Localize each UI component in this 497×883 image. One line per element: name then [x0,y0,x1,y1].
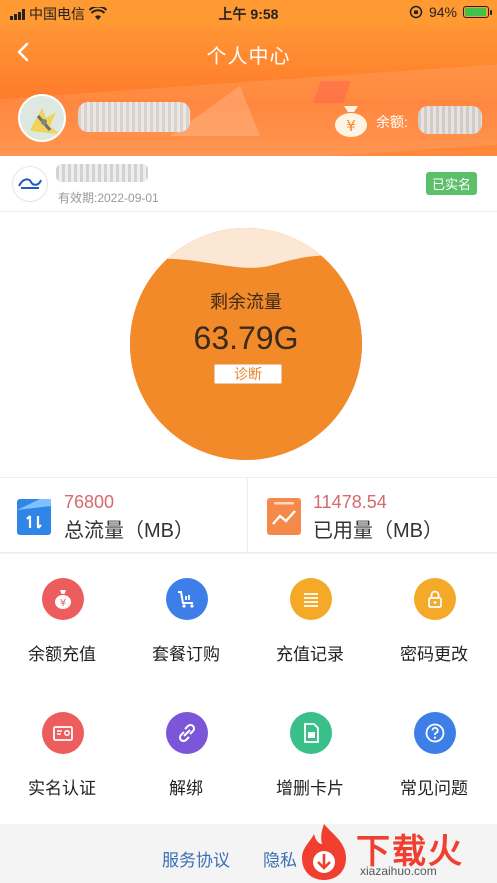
validity-date: 有效期:2022-09-01 [58,191,159,205]
id-card-icon [42,712,84,754]
total-data-value: 76800 [64,492,115,512]
total-data-stat: 76800 总流量（MB） [0,478,248,554]
verified-badge: 已实名 [425,172,477,195]
money-bag-icon: ¥ [335,106,367,137]
menu-unbind[interactable]: 解绑 [124,688,248,808]
username-redacted [78,102,190,132]
menu-label: 密码更改 [400,645,468,664]
remaining-data-gauge: 剩余流量 63.79G 诊断 [130,228,362,460]
menu-label: 常见问题 [400,779,468,798]
menu-label: 解绑 [169,779,203,798]
balance-label: 余额: [376,114,408,130]
gauge-value: 63.79G [193,320,299,356]
cart-icon [166,578,208,620]
sim-card-icon [290,712,332,754]
watermark-url: xiazaihuo.com [360,864,437,878]
status-right: 94% [409,4,492,20]
china-telecom-logo [12,166,48,202]
account-row: 有效期:2022-09-01 已实名 [0,156,497,212]
menu-label: 套餐订购 [152,645,220,664]
menu-faq[interactable]: 常见问题 [372,688,496,808]
orientation-lock-icon [409,5,423,19]
menu-label: 充值记录 [276,645,344,664]
total-data-label: 总流量（MB） [64,520,194,542]
svg-text:¥: ¥ [60,598,66,609]
usage-stats: 76800 总流量（MB） 11478.54 已用量（MB） [0,477,497,554]
gauge-fill-wave [130,255,362,460]
used-data-value: 11478.54 [313,492,387,512]
used-data-label: 已用量（MB） [313,520,443,542]
page-title: 个人中心 [206,46,291,68]
svg-text:¥: ¥ [346,117,356,135]
menu-real-name-auth[interactable]: 实名认证 [0,688,124,808]
diagnose-button[interactable]: 诊断 [214,364,282,384]
unlink-icon [166,712,208,754]
list-icon [290,578,332,620]
menu-recharge-records[interactable]: 充值记录 [248,554,372,674]
lock-icon [414,578,456,620]
avatar[interactable] [18,94,66,142]
battery-icon [463,6,492,18]
function-grid: ¥ 余额充值 套餐订购 充值记录 密码更改 实名认证 解绑 增删卡片 常见问题 [0,554,497,824]
menu-plan-order[interactable]: 套餐订购 [124,554,248,674]
battery-percent: 94% [428,4,457,20]
flame-logo-icon [302,824,346,880]
gauge-label: 剩余流量 [210,292,282,312]
status-bar: 中国电信 上午 9:58 94% [0,0,497,26]
menu-label: 余额充值 [28,645,96,664]
used-data-stat: 11478.54 已用量（MB） [249,478,497,554]
menu-recharge[interactable]: ¥ 余额充值 [0,554,124,674]
profile-header: 个人中心 ¥ 余额: [0,26,497,156]
service-agreement-link[interactable]: 服务协议 [162,846,230,871]
total-data-icon [17,499,51,535]
phone-number-redacted [56,164,148,182]
balance-redacted [418,106,482,134]
question-icon [414,712,456,754]
menu-add-remove-card[interactable]: 增删卡片 [248,688,372,808]
menu-label: 实名认证 [28,779,96,798]
money-bag-icon: ¥ [42,578,84,620]
menu-label: 增删卡片 [276,779,344,798]
menu-change-password[interactable]: 密码更改 [372,554,496,674]
used-data-icon [267,498,301,535]
data-gauge-area: 剩余流量 63.79G 诊断 [0,212,497,477]
watermark: 下载火 xiazaihuo.com [290,820,497,883]
